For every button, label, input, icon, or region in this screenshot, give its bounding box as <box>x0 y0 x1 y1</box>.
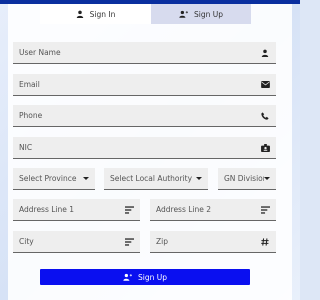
sign-up-button[interactable]: Sign Up <box>40 269 250 285</box>
zip-field[interactable]: Zip <box>150 231 276 253</box>
local-authority-select[interactable]: Select Local Authority <box>104 168 208 190</box>
email-field[interactable]: Email <box>13 74 276 96</box>
align-lines-icon <box>260 205 270 215</box>
user-icon <box>76 10 83 18</box>
gn-division-select[interactable]: GN Division <box>218 168 276 190</box>
user-name-placeholder: User Name <box>19 48 61 57</box>
email-placeholder: Email <box>19 80 40 89</box>
province-placeholder: Select Province <box>19 174 77 183</box>
user-name-field[interactable]: User Name <box>13 42 276 64</box>
city-placeholder: City <box>19 237 34 246</box>
phone-field[interactable]: Phone <box>13 105 276 127</box>
envelope-icon <box>260 80 270 90</box>
phone-placeholder: Phone <box>19 111 43 120</box>
address-line-2-placeholder: Address Line 2 <box>156 205 212 214</box>
align-lines-icon <box>124 205 134 215</box>
gn-division-placeholder: GN Division <box>224 174 264 183</box>
address-line-1-placeholder: Address Line 1 <box>19 205 75 214</box>
tab-sign-up-label: Sign Up <box>194 9 223 19</box>
align-lines-icon <box>124 237 134 247</box>
nic-field[interactable]: NIC <box>13 137 276 159</box>
tab-sign-up[interactable]: Sign Up <box>151 4 251 24</box>
address-line-2-field[interactable]: Address Line 2 <box>150 199 276 221</box>
chevron-down-icon <box>83 177 89 180</box>
city-field[interactable]: City <box>13 231 140 253</box>
user-icon <box>260 48 270 58</box>
tab-sign-in[interactable]: Sign In <box>40 4 151 24</box>
tab-sign-in-label: Sign In <box>89 9 116 19</box>
province-select[interactable]: Select Province <box>13 168 95 190</box>
phone-icon <box>260 111 270 121</box>
chevron-down-icon <box>264 177 270 180</box>
user-plus-icon <box>179 10 188 18</box>
user-plus-icon <box>123 273 132 281</box>
id-badge-icon <box>260 143 270 153</box>
zip-placeholder: Zip <box>156 237 168 246</box>
nic-placeholder: NIC <box>19 143 33 152</box>
sign-up-button-label: Sign Up <box>138 272 167 282</box>
chevron-down-icon <box>196 177 202 180</box>
local-authority-placeholder: Select Local Authority <box>110 174 193 183</box>
hash-icon <box>260 237 270 247</box>
address-line-1-field[interactable]: Address Line 1 <box>13 199 140 221</box>
